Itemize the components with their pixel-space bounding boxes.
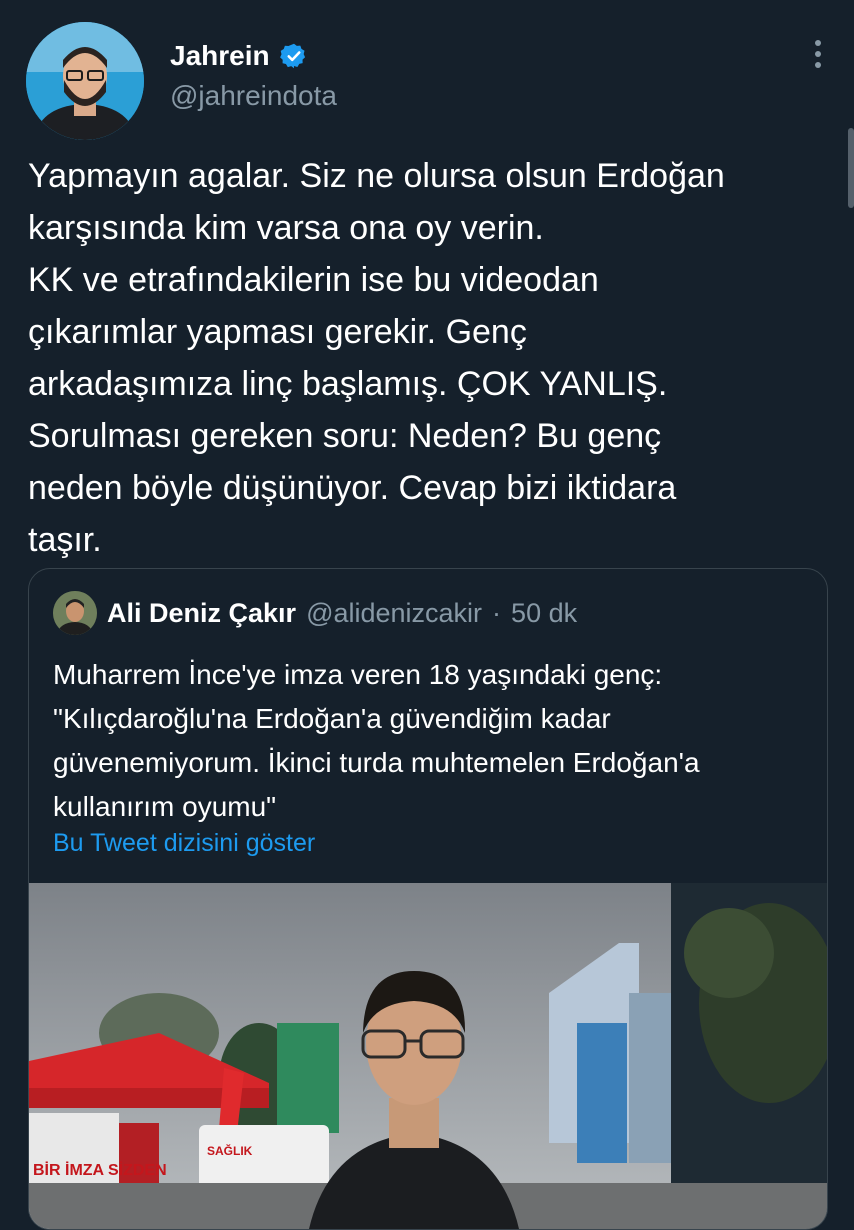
tweet-line: Sorulması gereken soru: Neden? Bu genç bbox=[28, 417, 662, 455]
tweet-line: Yapmayın agalar. Siz ne olursa olsun Erd… bbox=[28, 157, 725, 195]
quoted-timestamp[interactable]: 50 dk bbox=[511, 598, 577, 629]
verified-badge-icon bbox=[279, 43, 305, 69]
scrollbar[interactable] bbox=[848, 128, 854, 208]
quoted-author-handle[interactable]: @alidenizcakir bbox=[306, 598, 482, 629]
separator-dot: · bbox=[492, 597, 502, 628]
author-avatar[interactable] bbox=[26, 22, 144, 140]
tweet-line: arkadaşımıza linç başlamış. ÇOK YANLIŞ. bbox=[28, 365, 668, 403]
video-thumbnail-image: BİR İMZA SİZDEN SAĞLIK bbox=[29, 883, 827, 1229]
author-handle[interactable]: @jahreindota bbox=[170, 80, 337, 112]
sign-text: SAĞLIK bbox=[207, 1143, 253, 1158]
quoted-author-name[interactable]: Ali Deniz Çakır bbox=[107, 598, 296, 629]
video-thumbnail[interactable]: BİR İMZA SİZDEN SAĞLIK bbox=[29, 883, 827, 1229]
quoted-tweet-card[interactable]: Ali Deniz Çakır @alidenizcakir · 50 dk M… bbox=[28, 568, 828, 1230]
author-display-name[interactable]: Jahrein bbox=[170, 40, 270, 72]
quoted-line: "Kılıçdaroğlu'na Erdoğan'a güvendiğim ka… bbox=[53, 703, 611, 734]
quoted-tweet-text: Muharrem İnce'ye imza veren 18 yaşındaki… bbox=[53, 653, 813, 829]
quoted-author-avatar[interactable] bbox=[53, 591, 97, 635]
tweet-line: KK ve etrafındakilerin ise bu videodan bbox=[28, 261, 599, 299]
user-avatar-icon bbox=[26, 22, 144, 140]
quoted-tweet-header: Ali Deniz Çakır @alidenizcakir · 50 dk bbox=[53, 591, 577, 635]
show-thread-link[interactable]: Bu Tweet dizisini göster bbox=[53, 829, 315, 858]
tweet-text: Yapmayın agalar. Siz ne olursa olsun Erd… bbox=[28, 150, 838, 566]
more-options-icon[interactable] bbox=[808, 40, 828, 80]
tweet-line: çıkarımlar yapması gerekir. Genç bbox=[28, 313, 527, 351]
banner-text: BİR İMZA SİZDEN bbox=[33, 1161, 167, 1179]
user-avatar-icon bbox=[53, 591, 97, 635]
quoted-line: güvenemiyorum. İkinci turda muhtemelen E… bbox=[53, 747, 700, 778]
tweet-line: taşır. bbox=[28, 521, 102, 559]
author-info: Jahrein @jahreindota bbox=[170, 40, 337, 112]
tweet-line: karşısında kim varsa ona oy verin. bbox=[28, 209, 544, 247]
tweet-line: neden böyle düşünüyor. Cevap bizi iktida… bbox=[28, 469, 677, 507]
author-name-row: Jahrein bbox=[170, 40, 337, 72]
quoted-line: kullanırım oyumu" bbox=[53, 791, 277, 822]
quoted-line: Muharrem İnce'ye imza veren 18 yaşındaki… bbox=[53, 659, 663, 690]
